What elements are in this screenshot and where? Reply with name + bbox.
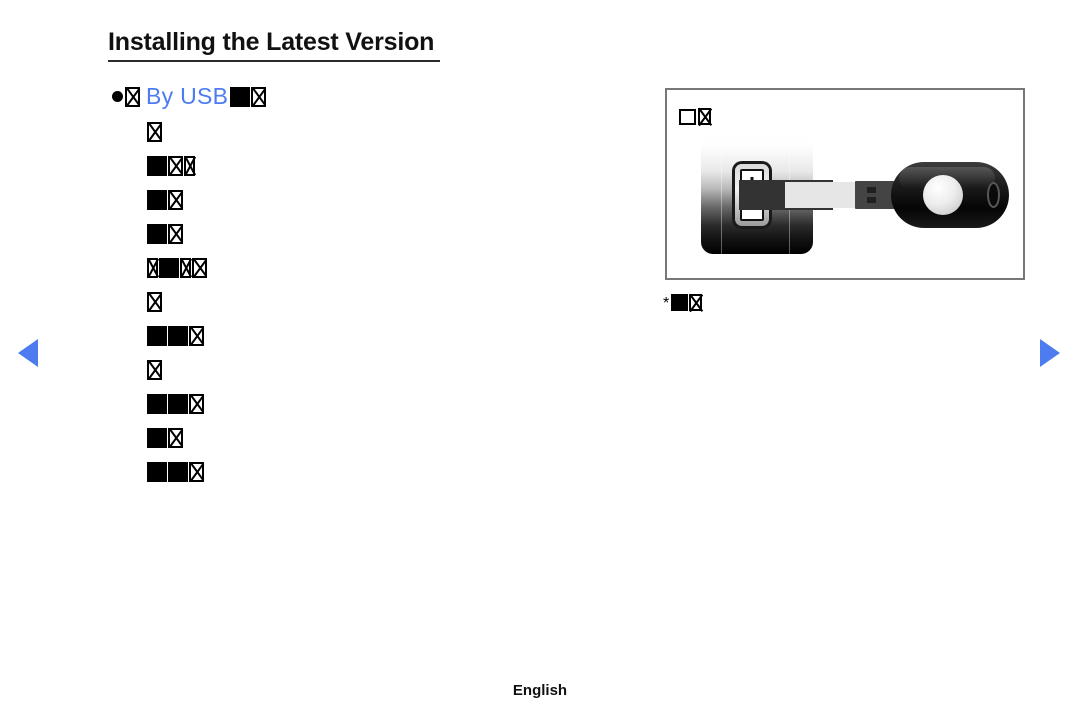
missing-glyph-x-icon	[192, 258, 207, 278]
missing-glyph-solid-icon	[147, 462, 167, 482]
usb-illustration	[685, 132, 1015, 262]
title-underline	[108, 60, 440, 62]
missing-glyph-solid-icon	[147, 428, 167, 448]
missing-glyph-solid-icon	[168, 326, 188, 346]
missing-glyph-x-icon	[168, 428, 183, 448]
drive-slider-button-icon	[923, 175, 963, 215]
missing-glyph-x-narrow-icon	[147, 258, 158, 278]
missing-glyph-x-icon	[689, 294, 703, 311]
missing-glyph-x-icon	[147, 292, 162, 312]
missing-glyph-solid-icon	[147, 326, 167, 346]
list-item	[147, 258, 617, 292]
list-item	[147, 462, 617, 496]
section-heading-label: By USB	[146, 83, 229, 109]
missing-glyph-solid-icon	[147, 394, 167, 414]
list-item	[147, 360, 617, 394]
footnote-marker: *	[663, 295, 670, 312]
figure-caption	[679, 108, 712, 127]
missing-glyph-x-icon	[698, 108, 711, 125]
list-item	[147, 224, 617, 258]
missing-glyph-x-icon	[168, 224, 183, 244]
missing-glyph-solid-icon	[671, 294, 689, 311]
missing-glyph-hollow-icon	[679, 109, 696, 125]
port-seam	[721, 136, 722, 254]
bullet-dot-icon	[112, 91, 123, 102]
missing-glyph-x-icon	[168, 156, 183, 176]
missing-glyph-x-icon	[189, 462, 204, 482]
page-title: Installing the Latest Version	[108, 28, 435, 56]
connector-slot	[867, 187, 876, 193]
list-item	[147, 156, 617, 190]
next-page-arrow[interactable]	[1040, 339, 1060, 367]
missing-glyph-x-narrow-icon	[180, 258, 191, 278]
previous-page-arrow[interactable]	[18, 339, 38, 367]
missing-glyph-solid-icon	[168, 394, 188, 414]
usb-flash-drive-icon	[891, 162, 1009, 228]
missing-glyph-x-icon	[147, 360, 162, 380]
drive-keyring-hole-icon	[987, 182, 1000, 208]
footer-language-label: English	[512, 682, 568, 699]
list-item	[147, 326, 617, 360]
instruction-step-list	[147, 122, 617, 496]
connector-slot	[867, 197, 876, 203]
missing-glyph-solid-icon	[147, 224, 167, 244]
list-item	[147, 428, 617, 462]
missing-glyph-x-icon	[189, 394, 204, 414]
usb-illustration-panel	[665, 88, 1025, 280]
missing-glyph-x-narrow-icon	[184, 156, 195, 176]
list-item	[147, 394, 617, 428]
figure-footnote: *	[663, 294, 703, 312]
missing-glyph-solid-icon	[147, 156, 167, 176]
section-heading-by-usb: By USB	[112, 85, 267, 108]
missing-glyph-x-icon	[189, 326, 204, 346]
missing-glyph-solid-icon	[147, 190, 167, 210]
list-item	[147, 122, 617, 156]
missing-glyph-solid-icon	[159, 258, 179, 278]
missing-glyph-solid-icon	[168, 462, 188, 482]
missing-glyph-x-icon	[251, 87, 267, 107]
list-item	[147, 292, 617, 326]
list-item	[147, 190, 617, 224]
missing-glyph-x-icon	[125, 87, 140, 107]
missing-glyph-x-icon	[147, 122, 162, 142]
missing-glyph-x-icon	[168, 190, 183, 210]
missing-glyph-solid-icon	[230, 87, 251, 107]
